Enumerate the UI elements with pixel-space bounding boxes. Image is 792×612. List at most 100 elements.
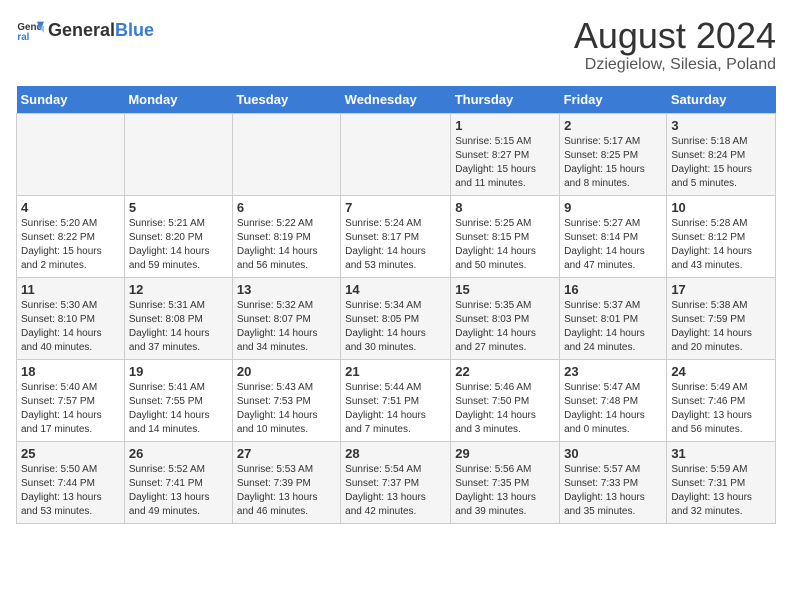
day-number: 25 <box>21 446 120 461</box>
day-number: 17 <box>671 282 771 297</box>
day-header-sunday: Sunday <box>17 86 125 114</box>
day-header-wednesday: Wednesday <box>341 86 451 114</box>
calendar-cell: 25 Sunrise: 5:50 AMSunset: 7:44 PMDayligh… <box>17 441 125 523</box>
calendar-cell: 4 Sunrise: 5:20 AMSunset: 8:22 PMDaylight… <box>17 195 125 277</box>
day-info: Sunrise: 5:31 AMSunset: 8:08 PMDaylight:… <box>129 299 228 355</box>
day-number: 23 <box>564 364 662 379</box>
calendar-cell: 19 Sunrise: 5:41 AMSunset: 7:55 PMDayligh… <box>124 359 232 441</box>
day-number: 13 <box>237 282 336 297</box>
day-info: Sunrise: 5:22 AMSunset: 8:19 PMDaylight:… <box>237 217 336 273</box>
day-info: Sunrise: 5:17 AMSunset: 8:25 PMDaylight:… <box>564 135 662 191</box>
day-number: 9 <box>564 200 662 215</box>
day-number: 7 <box>345 200 446 215</box>
day-number: 30 <box>564 446 662 461</box>
main-title: August 2024 <box>574 16 776 56</box>
day-info: Sunrise: 5:24 AMSunset: 8:17 PMDaylight:… <box>345 217 446 273</box>
day-number: 12 <box>129 282 228 297</box>
day-info: Sunrise: 5:28 AMSunset: 8:12 PMDaylight:… <box>671 217 771 273</box>
day-info: Sunrise: 5:54 AMSunset: 7:37 PMDaylight:… <box>345 463 446 519</box>
calendar-cell: 27Sunrise: 5:53 AMSunset: 7:39 PMDayligh… <box>232 441 340 523</box>
calendar-cell: 6 Sunrise: 5:22 AMSunset: 8:19 PMDaylight… <box>232 195 340 277</box>
day-header-tuesday: Tuesday <box>232 86 340 114</box>
calendar-cell: 1 Sunrise: 5:15 AMSunset: 8:27 PMDaylight… <box>451 113 560 195</box>
calendar-cell: 31Sunrise: 5:59 AMSunset: 7:31 PMDayligh… <box>667 441 776 523</box>
day-info: Sunrise: 5:49 AMSunset: 7:46 PMDaylight:… <box>671 381 771 437</box>
calendar-cell: 14 Sunrise: 5:34 AMSunset: 8:05 PMDayligh… <box>341 277 451 359</box>
day-info: Sunrise: 5:25 AMSunset: 8:15 PMDaylight:… <box>455 217 555 273</box>
day-number: 19 <box>129 364 228 379</box>
calendar-cell: 22 Sunrise: 5:46 AMSunset: 7:50 PMDayligh… <box>451 359 560 441</box>
header-row: SundayMondayTuesdayWednesdayThursdayFrid… <box>17 86 776 114</box>
day-info: Sunrise: 5:44 AMSunset: 7:51 PMDaylight:… <box>345 381 446 437</box>
day-info: Sunrise: 5:57 AMSunset: 7:33 PMDaylight:… <box>564 463 662 519</box>
day-number: 14 <box>345 282 446 297</box>
calendar-cell: 28Sunrise: 5:54 AMSunset: 7:37 PMDayligh… <box>341 441 451 523</box>
day-info: Sunrise: 5:41 AMSunset: 7:55 PMDaylight:… <box>129 381 228 437</box>
calendar-cell: 10 Sunrise: 5:28 AMSunset: 8:12 PMDayligh… <box>667 195 776 277</box>
calendar-cell: 9 Sunrise: 5:27 AMSunset: 8:14 PMDaylight… <box>560 195 667 277</box>
day-info: Sunrise: 5:27 AMSunset: 8:14 PMDaylight:… <box>564 217 662 273</box>
day-info: Sunrise: 5:50 AMSunset: 7:44 PMDaylight:… <box>21 463 120 519</box>
week-row-4: 18 Sunrise: 5:40 AMSunset: 7:57 PMDayligh… <box>17 359 776 441</box>
day-number: 29 <box>455 446 555 461</box>
day-number: 27 <box>237 446 336 461</box>
day-number: 15 <box>455 282 555 297</box>
calendar-cell: 13Sunrise: 5:32 AMSunset: 8:07 PMDayligh… <box>232 277 340 359</box>
calendar-cell: 20 Sunrise: 5:43 AMSunset: 7:53 PMDayligh… <box>232 359 340 441</box>
day-number: 20 <box>237 364 336 379</box>
day-number: 8 <box>455 200 555 215</box>
day-info: Sunrise: 5:56 AMSunset: 7:35 PMDaylight:… <box>455 463 555 519</box>
calendar-cell: 15 Sunrise: 5:35 AMSunset: 8:03 PMDayligh… <box>451 277 560 359</box>
day-info: Sunrise: 5:30 AMSunset: 8:10 PMDaylight:… <box>21 299 120 355</box>
day-header-saturday: Saturday <box>667 86 776 114</box>
svg-text:ral: ral <box>17 32 29 43</box>
calendar-cell: 23 Sunrise: 5:47 AMSunset: 7:48 PMDayligh… <box>560 359 667 441</box>
day-header-thursday: Thursday <box>451 86 560 114</box>
day-number: 21 <box>345 364 446 379</box>
calendar-cell: 12 Sunrise: 5:31 AMSunset: 8:08 PMDayligh… <box>124 277 232 359</box>
day-number: 5 <box>129 200 228 215</box>
day-info: Sunrise: 5:34 AMSunset: 8:05 PMDaylight:… <box>345 299 446 355</box>
logo-general: General <box>48 20 115 41</box>
day-number: 3 <box>671 118 771 133</box>
calendar-cell: 18 Sunrise: 5:40 AMSunset: 7:57 PMDayligh… <box>17 359 125 441</box>
day-number: 1 <box>455 118 555 133</box>
week-row-3: 11 Sunrise: 5:30 AMSunset: 8:10 PMDayligh… <box>17 277 776 359</box>
calendar-cell <box>17 113 125 195</box>
day-info: Sunrise: 5:35 AMSunset: 8:03 PMDaylight:… <box>455 299 555 355</box>
calendar-cell: 29 Sunrise: 5:56 AMSunset: 7:35 PMDayligh… <box>451 441 560 523</box>
title-area: August 2024 Dziegielow, Silesia, Poland <box>574 16 776 74</box>
week-row-2: 4 Sunrise: 5:20 AMSunset: 8:22 PMDaylight… <box>17 195 776 277</box>
day-number: 4 <box>21 200 120 215</box>
day-info: Sunrise: 5:46 AMSunset: 7:50 PMDaylight:… <box>455 381 555 437</box>
day-info: Sunrise: 5:20 AMSunset: 8:22 PMDaylight:… <box>21 217 120 273</box>
day-number: 10 <box>671 200 771 215</box>
day-number: 6 <box>237 200 336 215</box>
day-header-friday: Friday <box>560 86 667 114</box>
calendar-table: SundayMondayTuesdayWednesdayThursdayFrid… <box>16 86 776 524</box>
calendar-cell <box>124 113 232 195</box>
day-number: 22 <box>455 364 555 379</box>
week-row-5: 25 Sunrise: 5:50 AMSunset: 7:44 PMDayligh… <box>17 441 776 523</box>
day-info: Sunrise: 5:18 AMSunset: 8:24 PMDaylight:… <box>671 135 771 191</box>
day-info: Sunrise: 5:38 AMSunset: 7:59 PMDaylight:… <box>671 299 771 355</box>
day-number: 31 <box>671 446 771 461</box>
week-row-1: 1 Sunrise: 5:15 AMSunset: 8:27 PMDaylight… <box>17 113 776 195</box>
day-info: Sunrise: 5:21 AMSunset: 8:20 PMDaylight:… <box>129 217 228 273</box>
day-number: 2 <box>564 118 662 133</box>
calendar-cell <box>341 113 451 195</box>
calendar-cell: 24Sunrise: 5:49 AMSunset: 7:46 PMDayligh… <box>667 359 776 441</box>
day-number: 11 <box>21 282 120 297</box>
calendar-cell: 26Sunrise: 5:52 AMSunset: 7:41 PMDayligh… <box>124 441 232 523</box>
day-info: Sunrise: 5:40 AMSunset: 7:57 PMDaylight:… <box>21 381 120 437</box>
day-header-monday: Monday <box>124 86 232 114</box>
calendar-cell: 7 Sunrise: 5:24 AMSunset: 8:17 PMDaylight… <box>341 195 451 277</box>
day-info: Sunrise: 5:37 AMSunset: 8:01 PMDaylight:… <box>564 299 662 355</box>
calendar-cell <box>232 113 340 195</box>
day-info: Sunrise: 5:15 AMSunset: 8:27 PMDaylight:… <box>455 135 555 191</box>
calendar-cell: 3 Sunrise: 5:18 AMSunset: 8:24 PMDaylight… <box>667 113 776 195</box>
day-info: Sunrise: 5:43 AMSunset: 7:53 PMDaylight:… <box>237 381 336 437</box>
day-info: Sunrise: 5:47 AMSunset: 7:48 PMDaylight:… <box>564 381 662 437</box>
calendar-cell: 21 Sunrise: 5:44 AMSunset: 7:51 PMDayligh… <box>341 359 451 441</box>
day-number: 18 <box>21 364 120 379</box>
